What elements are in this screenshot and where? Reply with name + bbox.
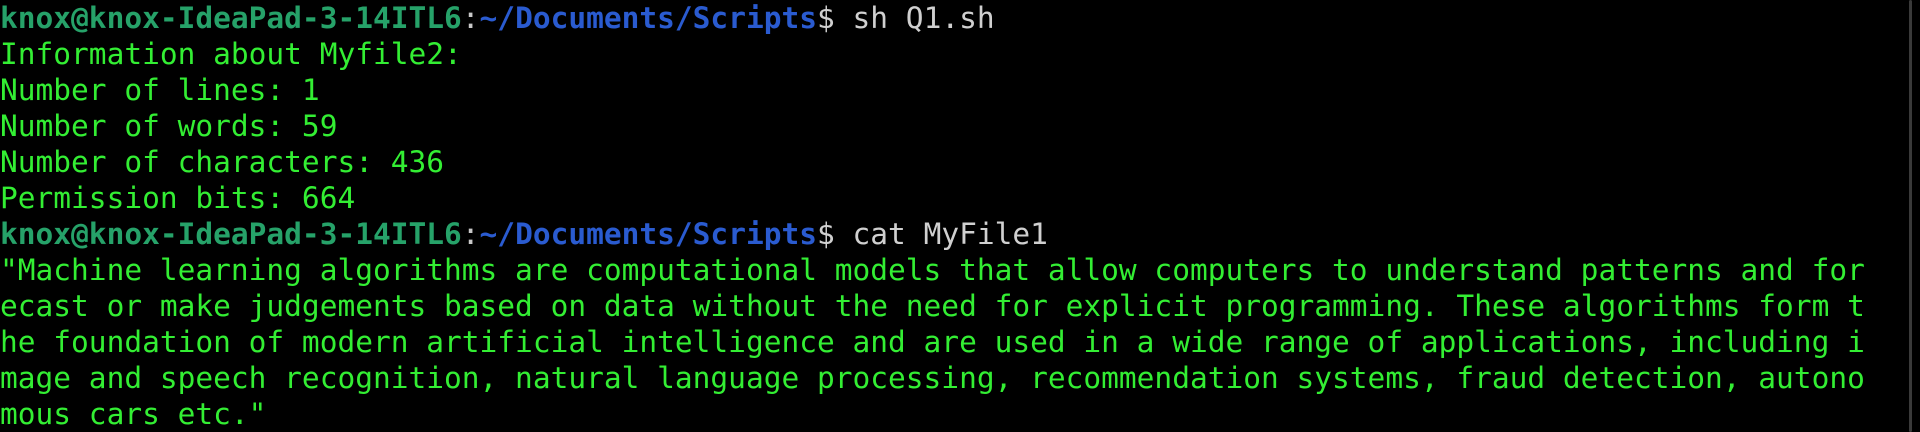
output-line: "Machine learning algorithms are computa…: [0, 253, 1865, 287]
prompt-path: ~/Documents/Scripts: [479, 217, 817, 251]
prompt-dollar: $: [817, 217, 835, 251]
prompt-colon: :: [461, 217, 480, 251]
output-line: Number of lines: 1: [0, 73, 320, 107]
prompt-line-2: knox@knox-IdeaPad-3-14ITL6:~/Documents/S…: [0, 216, 1890, 252]
output-line: Permission bits: 664: [0, 181, 356, 215]
output-line: Number of characters: 436: [0, 145, 445, 179]
scrollbar-thumb[interactable]: [1909, 0, 1912, 432]
output-line: mage and speech recognition, natural lan…: [0, 361, 1865, 395]
prompt-user-host: knox@knox-IdeaPad-3-14ITL6: [0, 217, 462, 251]
prompt-dollar: $: [817, 1, 835, 35]
command-text: sh Q1.sh: [834, 1, 995, 35]
output-line: Information about Myfile2:: [0, 37, 462, 71]
command-text: cat MyFile1: [834, 217, 1048, 251]
output-line: ecast or make judgements based on data w…: [0, 289, 1865, 323]
terminal-window[interactable]: knox@knox-IdeaPad-3-14ITL6:~/Documents/S…: [0, 0, 1890, 432]
prompt-colon: :: [461, 1, 480, 35]
terminal-scrollbar[interactable]: [1898, 0, 1920, 432]
output-line: Number of words: 59: [0, 109, 338, 143]
prompt-user-host: knox@knox-IdeaPad-3-14ITL6: [0, 1, 462, 35]
output-line: mous cars etc.": [0, 397, 267, 431]
prompt-path: ~/Documents/Scripts: [479, 1, 817, 35]
output-line: he foundation of modern artificial intel…: [0, 325, 1865, 359]
prompt-line-1: knox@knox-IdeaPad-3-14ITL6:~/Documents/S…: [0, 0, 1890, 36]
